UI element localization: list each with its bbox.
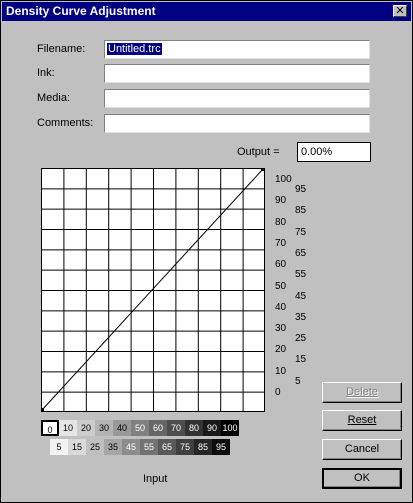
media-field[interactable] — [104, 89, 370, 108]
output-tick-label-alt: 85 — [295, 205, 307, 217]
output-tick-label: 100 — [275, 174, 292, 185]
output-value: 0.00% — [297, 142, 371, 162]
window-title: Density Curve Adjustment — [6, 4, 156, 18]
gray-swatch[interactable]: 10 — [59, 420, 77, 436]
output-tick-label: 30 — [275, 323, 287, 335]
gray-swatch[interactable]: 80 — [185, 420, 203, 436]
gray-swatch[interactable]: 95 — [212, 439, 230, 455]
gray-scale-bottom: 5 15 25 35 45 55 65 75 85 95 — [50, 439, 230, 455]
output-tick-label: 70 — [275, 237, 287, 249]
output-tick-label: 0 — [275, 387, 281, 398]
gray-swatch[interactable]: 90 — [203, 420, 221, 436]
output-tick-label: 90 — [275, 195, 287, 207]
media-label: Media: — [37, 92, 71, 104]
gray-scale-top: 0 10 20 30 40 50 60 70 80 90 100 — [41, 420, 239, 436]
reset-button[interactable]: Reset — [322, 410, 402, 431]
reset-label: Reset — [347, 414, 377, 426]
gray-swatch[interactable]: 75 — [176, 439, 194, 455]
gray-swatch[interactable]: 25 — [86, 439, 104, 455]
output-tick-label: 80 — [275, 216, 287, 228]
output-label: Output = — [237, 146, 280, 158]
output-tick-label-alt: 75 — [295, 226, 307, 238]
gray-swatch[interactable]: 15 — [68, 439, 86, 455]
filename-field[interactable]: Untitled.trc — [104, 40, 370, 59]
gray-swatch[interactable]: 35 — [104, 439, 122, 455]
output-tick-label: 60 — [275, 259, 287, 271]
curve-control-point[interactable] — [261, 168, 265, 171]
cancel-button[interactable]: Cancel — [322, 439, 402, 460]
gray-swatch[interactable]: 70 — [167, 420, 185, 436]
gray-swatch[interactable]: 0 — [41, 420, 59, 436]
close-icon[interactable]: ✕ — [393, 5, 407, 17]
output-tick-label-alt: 15 — [295, 354, 307, 366]
curve-control-point[interactable] — [41, 408, 44, 412]
output-tick-label: 50 — [275, 280, 287, 292]
curve-graph[interactable] — [41, 168, 265, 412]
density-curve[interactable] — [41, 168, 264, 411]
output-tick-label: 40 — [275, 301, 287, 313]
output-tick-label: 10 — [275, 365, 287, 377]
gray-swatch[interactable]: 20 — [77, 420, 95, 436]
output-tick-label: 20 — [275, 344, 287, 356]
gray-swatch[interactable]: 40 — [113, 420, 131, 436]
output-tick-label-alt: 65 — [295, 247, 307, 259]
output-tick-label-alt: 55 — [295, 269, 307, 281]
output-tick-label-alt: 5 — [295, 375, 301, 387]
gray-swatch[interactable]: 5 — [50, 439, 68, 455]
ink-label: Ink: — [37, 67, 55, 79]
gray-swatch[interactable]: 65 — [158, 439, 176, 455]
ok-button[interactable]: OK — [322, 468, 402, 489]
curve-grid[interactable] — [41, 168, 265, 412]
output-tick-label-alt: 35 — [295, 311, 307, 323]
title-bar[interactable]: Density Curve Adjustment ✕ — [2, 2, 411, 21]
output-tick-label-alt: 45 — [295, 290, 307, 302]
output-tick-label-alt: 25 — [295, 333, 307, 345]
filename-label: Filename: — [37, 43, 86, 55]
gray-swatch[interactable]: 85 — [194, 439, 212, 455]
delete-label: Delete — [346, 386, 378, 398]
comments-field[interactable] — [104, 114, 370, 133]
density-curve-dialog: Density Curve Adjustment ✕ Filename: Unt… — [0, 0, 413, 503]
delete-button[interactable]: Delete — [322, 382, 402, 403]
gray-swatch[interactable]: 45 — [122, 439, 140, 455]
filename-value: Untitled.trc — [107, 43, 162, 55]
gray-swatch[interactable]: 55 — [140, 439, 158, 455]
comments-label: Comments: — [37, 117, 94, 129]
gray-swatch[interactable]: 100 — [221, 420, 239, 436]
output-tick-label-alt: 95 — [295, 184, 307, 195]
gray-swatch[interactable]: 50 — [131, 420, 149, 436]
ink-field[interactable] — [104, 64, 370, 83]
gray-swatch[interactable]: 60 — [149, 420, 167, 436]
input-axis-label: Input — [143, 473, 168, 485]
gray-swatch[interactable]: 30 — [95, 420, 113, 436]
